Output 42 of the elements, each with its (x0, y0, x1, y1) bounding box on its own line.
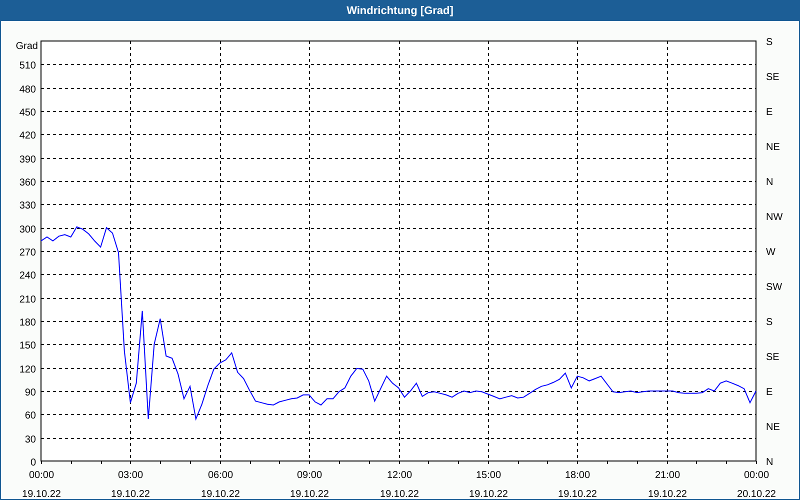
axis-tick-label: 21:00 19.10.22 (648, 470, 687, 499)
axis-tick-label: 00:00 19.10.22 (22, 470, 61, 499)
axis-tick-label: SE (766, 352, 780, 363)
axis-tick-label: 00:00 20.10.22 (737, 470, 776, 499)
axis-tick-label: 450 (19, 108, 36, 118)
axis-tick-label: NW (766, 212, 783, 223)
axis-tick-label: 15:00 19.10.22 (469, 470, 508, 499)
axis-tick-label: 12:00 19.10.22 (380, 470, 419, 499)
axis-tick-label: 330 (19, 200, 36, 212)
axis-tick-label: E (766, 107, 773, 118)
axis-tick-label: 06:00 19.10.22 (201, 470, 240, 499)
axis-tick-label: 120 (19, 364, 36, 376)
window-title-bar: Windrichtung [Grad] (1, 1, 799, 21)
axis-tick-label: 360 (19, 178, 36, 188)
axis-tick-label: S (766, 317, 773, 328)
axis-tick-label: 390 (19, 154, 36, 166)
axis-tick-label: 60 (24, 410, 36, 422)
axis-tick-label: NE (766, 422, 780, 433)
axis-tick-label: 0 (30, 458, 36, 468)
axis-tick-label: SW (766, 282, 782, 293)
axis-tick-label: 18:00 19.10.22 (558, 470, 597, 499)
axis-tick-label: 03:00 19.10.22 (111, 470, 150, 499)
axis-tick-label: E (766, 387, 773, 398)
axis-tick-label: 510 (19, 60, 36, 72)
axis-tick-label: N (766, 457, 774, 468)
axis-tick-label: 150 (19, 340, 36, 352)
axis-tick-label: 240 (19, 270, 36, 282)
axis-tick-label: 30 (24, 434, 36, 446)
axis-tick-label: 480 (19, 84, 36, 96)
axis-tick-label: 420 (19, 130, 36, 142)
axis-title: Grad (16, 41, 38, 52)
axis-tick-label: 09:00 19.10.22 (290, 470, 329, 499)
axis-tick-label: W (766, 247, 776, 258)
axis-tick-label: 210 (19, 294, 36, 306)
axis-tick-label: 270 (19, 248, 36, 258)
axis-tick-label: NE (766, 142, 780, 153)
axis-tick-label: 300 (19, 224, 36, 236)
axis-tick-label: 180 (19, 318, 36, 328)
axis-tick-label: S (766, 37, 773, 48)
axis-tick-label: SE (766, 72, 780, 83)
axis-tick-label: 90 (24, 388, 36, 398)
axis-tick-label: N (766, 177, 774, 188)
